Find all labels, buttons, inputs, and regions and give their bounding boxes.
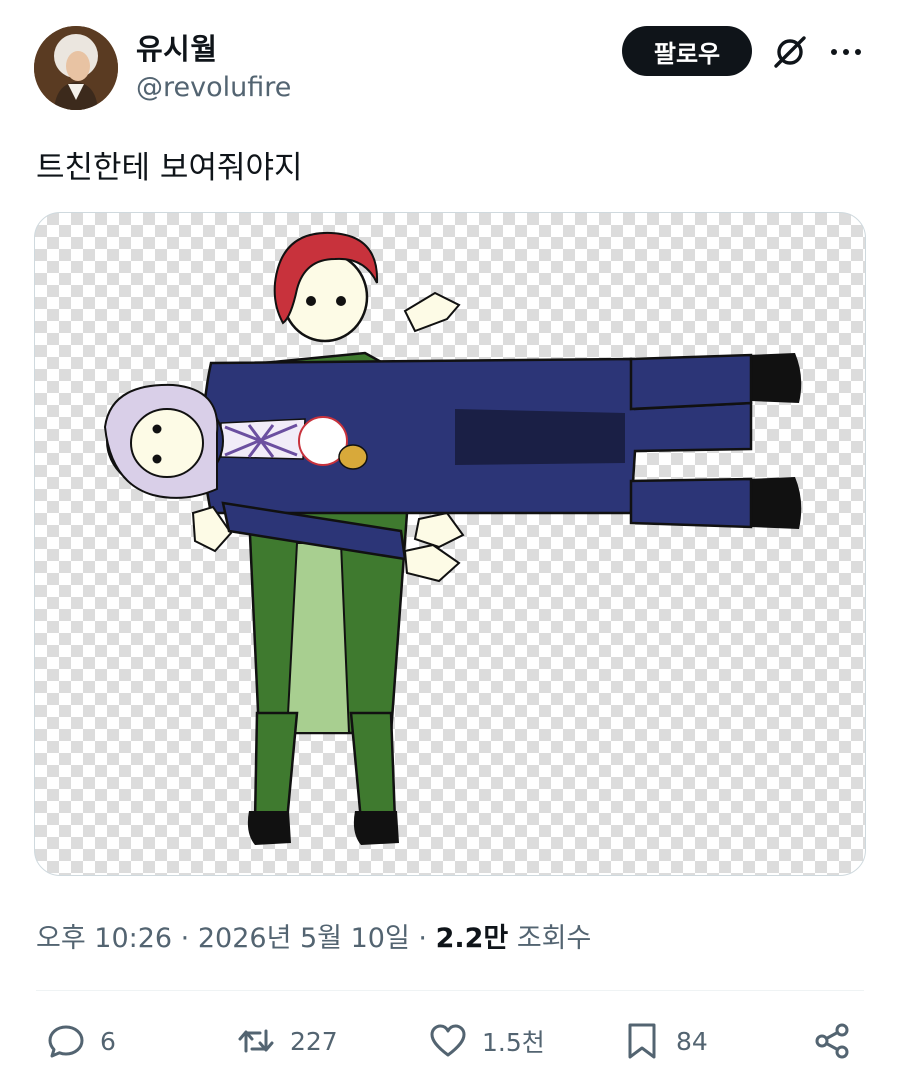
retweet-count: 227 [290, 1026, 338, 1056]
avatar-portrait [34, 26, 118, 110]
like-button[interactable]: 1.5천 [428, 1018, 545, 1064]
bookmark-button[interactable]: 84 [622, 1018, 708, 1064]
bookmark-icon [628, 1023, 656, 1059]
retweet-button[interactable]: 227 [236, 1018, 338, 1064]
divider [36, 990, 864, 991]
reply-count: 6 [100, 1026, 116, 1056]
bookmark-count: 84 [676, 1026, 708, 1056]
follow-button[interactable]: 팔로우 [622, 26, 752, 76]
cartoon-illustration [103, 231, 802, 845]
grok-icon[interactable] [770, 32, 810, 72]
reply-icon [48, 1025, 84, 1058]
more-icon[interactable] [828, 32, 864, 72]
avatar[interactable] [34, 26, 118, 110]
user-handle[interactable]: @revolufire [136, 72, 291, 103]
views-count[interactable]: 2.2만 [436, 923, 509, 954]
views-label[interactable]: 조회수 [517, 923, 592, 954]
share-icon [815, 1023, 849, 1059]
tweet-meta: 오후 10:26 · 2026년 5월 10일 · 2.2만 조회수 [36, 916, 591, 955]
like-count: 1.5천 [482, 1028, 545, 1057]
retweet-icon [238, 1029, 274, 1053]
reply-button[interactable]: 6 [46, 1018, 116, 1064]
tweet-date[interactable]: 2026년 5월 10일 [198, 923, 410, 954]
display-name[interactable]: 유시월 [136, 26, 218, 68]
heart-icon [430, 1024, 466, 1057]
tweet-detail: 유시월 @revolufire 팔로우 트친한테 보여줘야지 오후 10:26 … [0, 0, 900, 1080]
meta-separator: · [180, 923, 190, 954]
tweet-text: 트친한테 보여줘야지 [36, 150, 303, 186]
meta-separator: · [418, 923, 427, 954]
tweet-time[interactable]: 오후 10:26 [36, 923, 172, 954]
share-button[interactable] [812, 1018, 852, 1064]
tweet-image[interactable] [34, 212, 866, 876]
navy-coat-figure [103, 353, 802, 583]
